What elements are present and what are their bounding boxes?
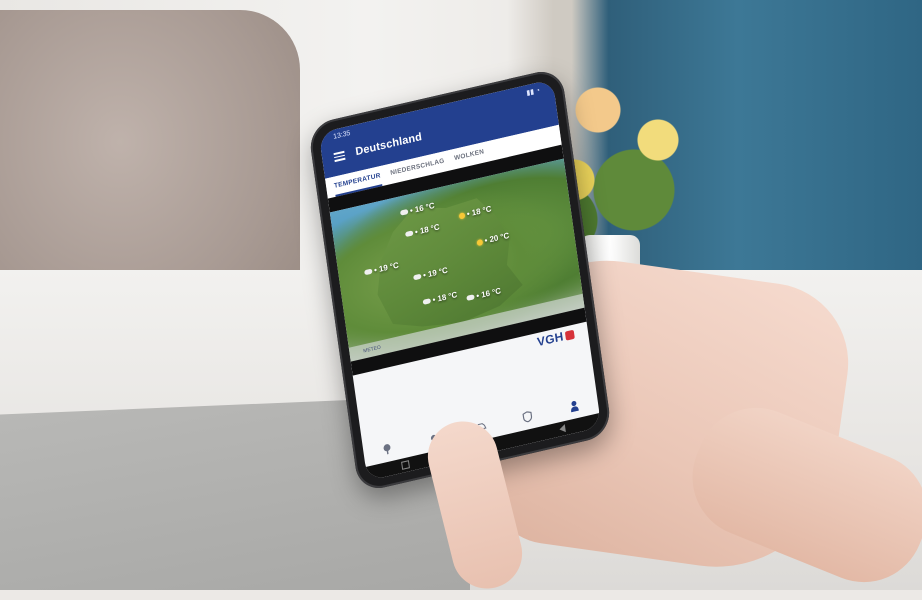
cloud-icon — [364, 268, 373, 276]
status-time: 13:35 — [332, 129, 351, 141]
tree-icon[interactable] — [380, 441, 393, 456]
cloud-icon — [466, 294, 475, 302]
status-icons: ▮▮ ◔ — [525, 87, 541, 98]
cloud-icon — [400, 209, 409, 217]
cloud-icon — [405, 230, 414, 238]
back-button[interactable] — [558, 424, 566, 434]
sun-icon — [458, 212, 466, 220]
cloud-icon — [422, 298, 432, 306]
hamburger-menu-icon[interactable] — [333, 150, 346, 162]
sun-icon — [476, 238, 484, 247]
recents-button[interactable] — [401, 460, 411, 470]
person-icon[interactable] — [568, 398, 581, 413]
shield-icon[interactable] — [521, 409, 534, 424]
brand-badge-icon — [564, 330, 575, 342]
cloud-icon — [413, 274, 422, 281]
